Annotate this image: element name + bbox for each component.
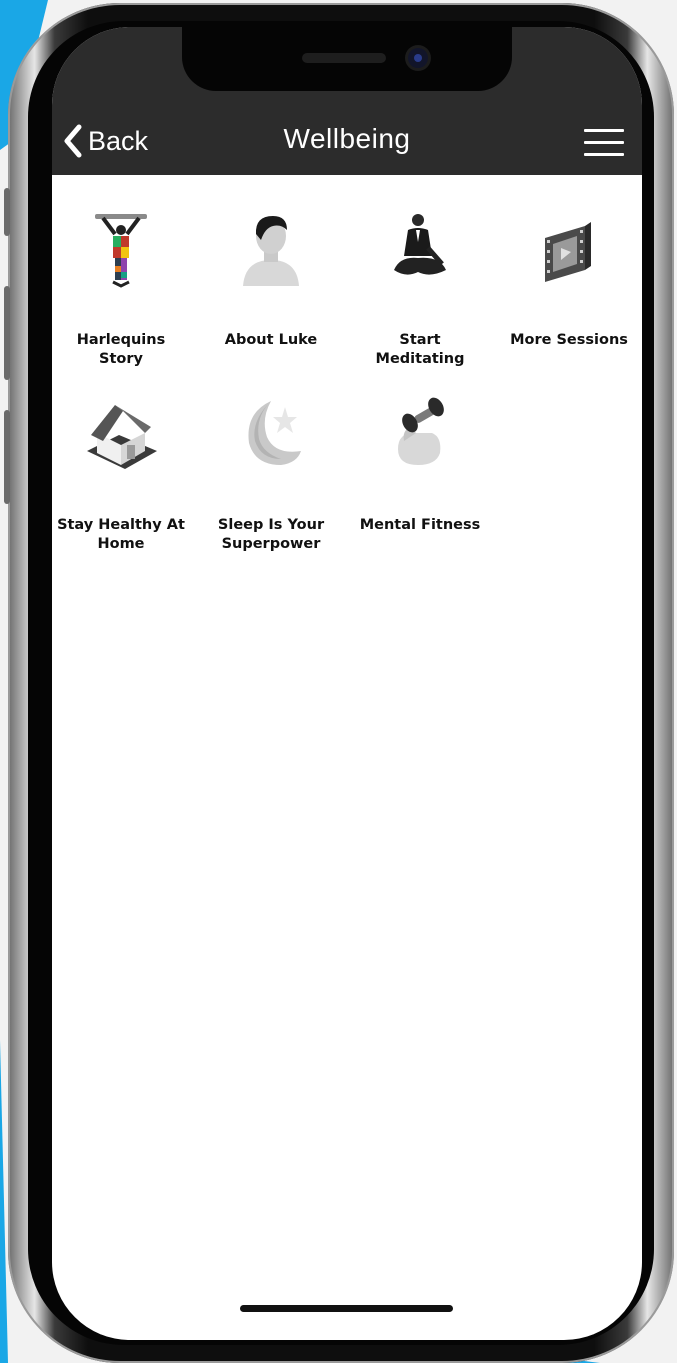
meditation-icon	[394, 214, 446, 275]
tile-start-meditating[interactable]: Start Meditating	[345, 208, 495, 369]
page-title: Wellbeing	[283, 123, 411, 154]
tile-about-luke[interactable]: About Luke	[196, 208, 346, 350]
tile-sleep-is-your-superpower[interactable]: Sleep Is Your Superpower	[196, 393, 346, 554]
speaker-grille	[302, 53, 386, 63]
harlequin-figure-icon	[95, 214, 147, 288]
hamburger-menu-icon[interactable]	[584, 129, 624, 157]
home-indicator[interactable]	[240, 1305, 453, 1312]
tile-label: Mental Fitness	[359, 517, 481, 533]
tile-label: Start Meditating	[375, 332, 465, 367]
film-strip-icon	[545, 222, 591, 282]
tile-label: Harlequins Story	[76, 332, 166, 367]
silent-switch	[4, 188, 10, 236]
moon-star-icon	[248, 401, 301, 465]
tile-stay-healthy-at-home[interactable]: Stay Healthy At Home	[52, 393, 196, 554]
tile-mental-fitness[interactable]: Mental Fitness	[345, 393, 495, 535]
volume-up-button	[4, 286, 10, 380]
app-screen: Back Wellbeing Harlequins Story About Lu…	[52, 27, 642, 1340]
house-icon	[87, 405, 157, 469]
tile-label: More Sessions	[510, 332, 628, 348]
tile-more-sessions[interactable]: More Sessions	[494, 208, 642, 350]
volume-down-button	[4, 410, 10, 504]
tile-label: Sleep Is Your Superpower	[217, 517, 325, 552]
front-camera	[408, 48, 428, 68]
tile-label: Stay Healthy At Home	[57, 517, 185, 552]
person-profile-icon	[243, 216, 299, 286]
device-notch	[182, 27, 512, 91]
tile-label: About Luke	[224, 332, 318, 348]
dumbbell-icon	[398, 397, 444, 465]
tile-harlequins-story[interactable]: Harlequins Story	[52, 208, 196, 369]
